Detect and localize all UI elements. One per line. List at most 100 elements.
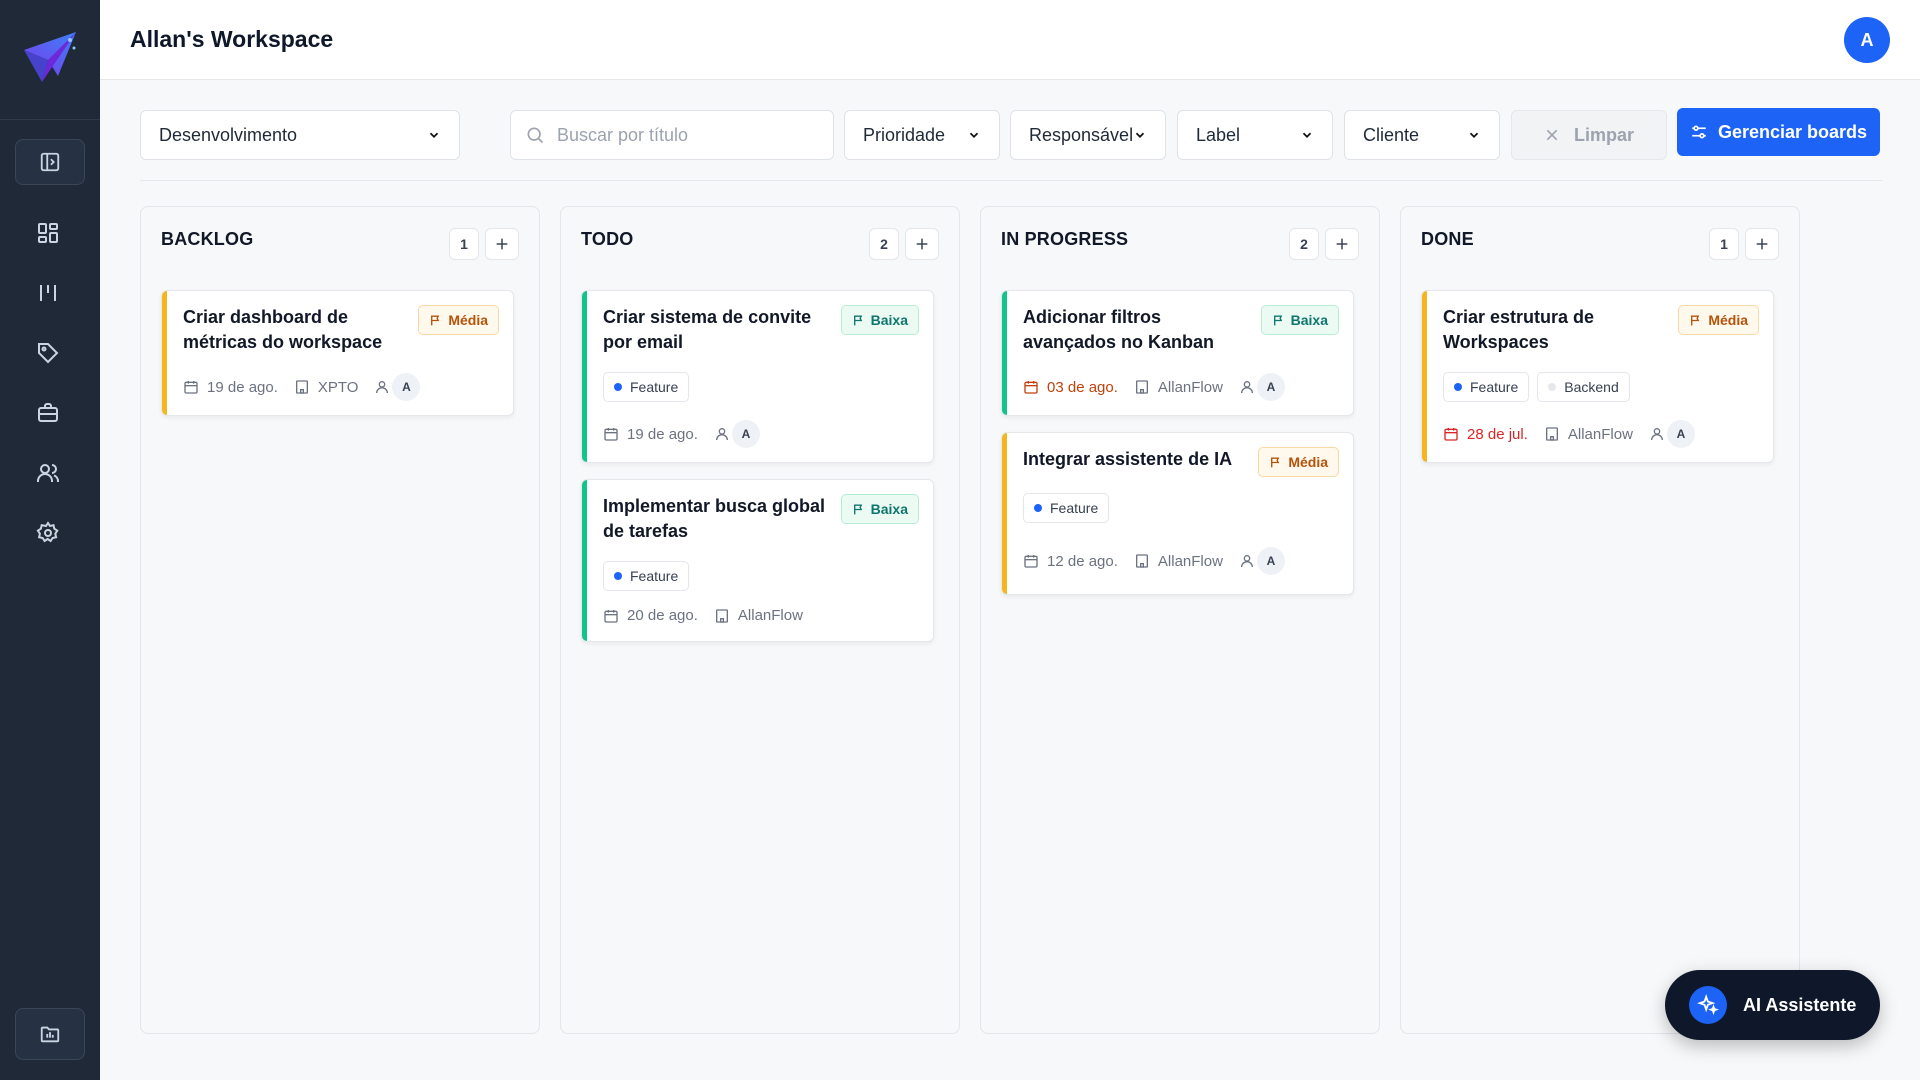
sidebar-toggle-button[interactable] xyxy=(15,139,85,185)
workspace-title: Allan's Workspace xyxy=(130,26,334,52)
chevron-down-icon xyxy=(1135,132,1145,138)
priority-label: Média xyxy=(1288,454,1328,470)
card-meta: 12 de ago. AllanFlow A xyxy=(1023,547,1301,575)
priority-badge: Média xyxy=(418,305,499,335)
card-title: Integrar assistente de IA xyxy=(1023,449,1233,469)
priority-badge: Média xyxy=(1258,447,1339,477)
task-card[interactable]: Integrar assistente de IA Média Feature … xyxy=(1001,432,1354,595)
flag-icon xyxy=(1273,314,1282,325)
priority-label: Baixa xyxy=(870,501,908,517)
client-name: AllanFlow xyxy=(1157,378,1223,396)
column-done: DONE 1 Criar estrutura de Workspaces Méd… xyxy=(1400,206,1800,1034)
sliders-icon xyxy=(1692,125,1706,139)
priority-label: Baixa xyxy=(1290,312,1328,328)
dashboard-icon xyxy=(38,223,58,243)
briefcase-icon xyxy=(38,403,58,422)
add-card-button[interactable] xyxy=(485,228,519,260)
tag-chip: Feature xyxy=(603,561,690,591)
add-card-button[interactable] xyxy=(1325,228,1359,260)
calendar-icon xyxy=(184,381,198,394)
search-box[interactable] xyxy=(510,110,834,160)
tag-label: Backend xyxy=(1564,379,1619,395)
priority-stripe xyxy=(1002,433,1007,594)
task-card[interactable]: Adicionar filtros avançados no Kanban Ba… xyxy=(1001,290,1354,416)
building-icon xyxy=(1135,554,1148,568)
sidebar-item-members[interactable] xyxy=(32,457,64,489)
task-card[interactable]: Criar sistema de convite por email Baixa… xyxy=(581,290,934,463)
tag-label: Feature xyxy=(630,568,679,584)
clear-filters-button[interactable]: Limpar xyxy=(1511,110,1667,160)
card-title: Adicionar filtros avançados no Kanban xyxy=(1023,307,1215,352)
plus-icon xyxy=(1756,238,1768,250)
column-in-progress: IN PROGRESS 2 Adicionar filtros avançado… xyxy=(980,206,1380,1034)
user-avatar[interactable]: A xyxy=(1844,17,1890,63)
due-date: 19 de ago. xyxy=(207,378,278,396)
panel-toggle-icon xyxy=(40,152,60,172)
card-meta: 03 de ago. AllanFlow A xyxy=(1023,373,1301,401)
settings-icon xyxy=(36,521,59,543)
sidebar-item-reports[interactable] xyxy=(15,1008,85,1060)
building-icon xyxy=(1135,380,1148,394)
sidebar-item-dashboard[interactable] xyxy=(32,217,64,249)
tag-label: Feature xyxy=(1050,500,1099,516)
add-card-button[interactable] xyxy=(1745,228,1779,260)
priority-select[interactable]: Prioridade xyxy=(844,110,1000,160)
client-name: XPTO xyxy=(317,378,359,396)
priority-badge: Baixa xyxy=(840,305,919,335)
sidebar-item-settings[interactable] xyxy=(32,517,64,549)
assignee-select[interactable]: Responsável xyxy=(1010,110,1166,160)
logo-icon[interactable] xyxy=(20,28,80,88)
label-select[interactable]: Label xyxy=(1177,110,1333,160)
plus-icon xyxy=(496,238,508,250)
priority-stripe xyxy=(1422,291,1427,462)
client-select-value: Cliente xyxy=(1363,124,1420,145)
card-title: Implementar busca global de tarefas xyxy=(603,496,826,541)
flag-icon xyxy=(853,503,862,514)
client-name: AllanFlow xyxy=(1567,425,1633,443)
task-card[interactable]: Criar estrutura de Workspaces Média Feat… xyxy=(1421,290,1774,463)
sidebar-item-kanban[interactable] xyxy=(32,277,64,309)
building-icon xyxy=(1545,427,1558,441)
close-icon xyxy=(1546,129,1558,141)
sidebar-item-labels[interactable] xyxy=(32,337,64,369)
label-select-value: Label xyxy=(1196,124,1241,145)
top-header: Allan's Workspace A xyxy=(100,0,1920,80)
card-tags: Feature xyxy=(1023,493,1110,523)
board-select[interactable]: Desenvolvimento xyxy=(140,110,460,160)
priority-label: Média xyxy=(1708,312,1748,328)
search-input[interactable] xyxy=(557,124,817,146)
chevron-down-icon xyxy=(1469,132,1479,138)
tag-icon xyxy=(38,343,59,364)
plus-icon xyxy=(916,238,928,250)
client-name: AllanFlow xyxy=(1157,552,1223,570)
client-select[interactable]: Cliente xyxy=(1344,110,1500,160)
manage-boards-button[interactable]: Gerenciar boards xyxy=(1677,108,1880,156)
building-icon xyxy=(715,608,728,623)
task-card[interactable]: Criar dashboard de métricas do workspace… xyxy=(161,290,514,416)
user-icon xyxy=(1240,381,1253,394)
column-count: 1 xyxy=(1709,228,1739,260)
tag-chip: Feature xyxy=(603,372,690,402)
calendar-icon xyxy=(1024,381,1038,394)
tag-chip: Feature xyxy=(1443,372,1530,402)
manage-boards-label: Gerenciar boards xyxy=(1717,121,1868,142)
user-icon xyxy=(1240,555,1253,568)
flag-icon xyxy=(1271,456,1280,467)
flag-icon xyxy=(431,314,440,325)
add-card-button[interactable] xyxy=(905,228,939,260)
search-icon xyxy=(527,127,544,144)
card-meta: 19 de ago. XPTO A xyxy=(183,373,436,401)
sidebar-divider xyxy=(0,119,100,120)
folder-chart-icon xyxy=(40,1026,60,1043)
assignee-avatar: A xyxy=(1666,420,1695,448)
task-card[interactable]: Implementar busca global de tarefas Baix… xyxy=(581,479,934,642)
sidebar-item-clients[interactable] xyxy=(32,397,64,429)
chevron-down-icon xyxy=(429,132,439,138)
column-todo: TODO 2 Criar sistema de convite por emai… xyxy=(560,206,960,1034)
card-tags: Feature xyxy=(603,561,690,591)
ai-assistant-button[interactable]: AI Assistente xyxy=(1665,970,1880,1040)
column-title: TODO xyxy=(581,229,634,249)
flag-icon xyxy=(853,314,862,325)
card-tags: Feature xyxy=(603,372,690,402)
priority-stripe xyxy=(582,291,587,462)
